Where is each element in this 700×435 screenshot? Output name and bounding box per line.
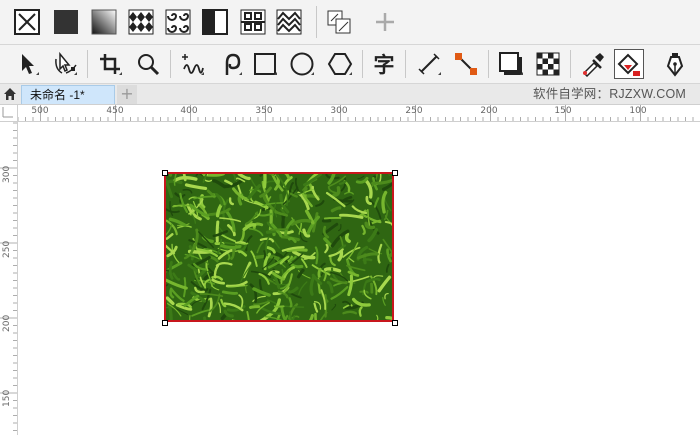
connector-tool-icon[interactable] bbox=[451, 49, 481, 79]
ruler-label: 200 bbox=[2, 314, 12, 332]
polygon-tool-icon[interactable] bbox=[325, 49, 355, 79]
fill-type-bar bbox=[0, 0, 700, 45]
bitmap-pattern-fill-icon[interactable] bbox=[163, 7, 193, 37]
separator bbox=[87, 50, 88, 78]
ellipse-tool-icon[interactable] bbox=[287, 49, 317, 79]
vertical-ruler[interactable]: 300 250 200 150 bbox=[0, 121, 18, 435]
add-icon[interactable] bbox=[370, 7, 400, 37]
toolbox: 字 bbox=[0, 45, 700, 84]
selection-handle[interactable] bbox=[392, 320, 398, 326]
ruler-label: 150 bbox=[2, 389, 12, 407]
selection-handle[interactable] bbox=[162, 170, 168, 176]
new-tab-button[interactable]: + bbox=[117, 85, 137, 104]
postscript-fill-icon[interactable] bbox=[274, 7, 304, 37]
ruler-label: 300 bbox=[330, 106, 348, 116]
ruler-label: 100 bbox=[629, 106, 647, 116]
ruler-label: 250 bbox=[2, 240, 12, 258]
separator bbox=[362, 50, 363, 78]
grass-texture bbox=[166, 174, 392, 320]
ruler-label: 400 bbox=[180, 106, 198, 116]
artistic-media-tool-icon[interactable] bbox=[215, 49, 245, 79]
crop-tool-icon[interactable] bbox=[95, 49, 125, 79]
eyedropper-tool-icon[interactable] bbox=[578, 49, 608, 79]
tab-document[interactable]: 未命名 -1* bbox=[21, 85, 115, 104]
ruler-label: 450 bbox=[106, 106, 124, 116]
color-merge-icon[interactable] bbox=[324, 7, 354, 37]
freehand-tool-icon[interactable] bbox=[177, 49, 207, 79]
separator bbox=[316, 6, 317, 38]
document-tab-bar: 未命名 -1* + 软件自学网：RJZXW.COM bbox=[0, 84, 700, 105]
shape-tool-icon[interactable] bbox=[50, 49, 80, 79]
ruler-label: 300 bbox=[2, 165, 12, 183]
drop-shadow-tool-icon[interactable] bbox=[496, 49, 526, 79]
ruler-label: 200 bbox=[480, 106, 498, 116]
vector-pattern-fill-icon[interactable] bbox=[126, 7, 156, 37]
text-tool-icon[interactable]: 字 bbox=[369, 49, 399, 79]
home-icon[interactable] bbox=[0, 84, 20, 104]
horizontal-ruler[interactable]: 500 450 400 350 300 250 200 150 100 bbox=[0, 105, 700, 122]
selection-handle[interactable] bbox=[162, 320, 168, 326]
rectangle-tool-icon[interactable] bbox=[250, 49, 280, 79]
no-fill-icon[interactable] bbox=[12, 7, 42, 37]
zoom-tool-icon[interactable] bbox=[133, 49, 163, 79]
grass-bitmap-object[interactable] bbox=[164, 172, 394, 322]
pen-nib-tool-icon[interactable] bbox=[660, 49, 690, 79]
ruler-label: 250 bbox=[405, 106, 423, 116]
interactive-fill-tool-icon[interactable] bbox=[614, 49, 644, 79]
horizontal-ruler-ticks bbox=[2, 105, 694, 121]
ruler-label: 500 bbox=[31, 106, 49, 116]
drawing-canvas[interactable] bbox=[18, 122, 700, 435]
uniform-fill-icon[interactable] bbox=[51, 7, 81, 37]
separator bbox=[488, 50, 489, 78]
separator bbox=[405, 50, 406, 78]
parallel-dimension-tool-icon[interactable] bbox=[414, 49, 444, 79]
transparency-tool-icon[interactable] bbox=[533, 49, 563, 79]
pick-tool-icon[interactable] bbox=[12, 49, 42, 79]
texture-fill-icon[interactable] bbox=[238, 7, 268, 37]
two-color-pattern-fill-icon[interactable] bbox=[200, 7, 230, 37]
ruler-label: 350 bbox=[255, 106, 273, 116]
separator bbox=[570, 50, 571, 78]
ruler-origin[interactable] bbox=[0, 105, 18, 122]
selection-handle[interactable] bbox=[392, 170, 398, 176]
separator bbox=[170, 50, 171, 78]
fountain-fill-icon[interactable] bbox=[89, 7, 119, 37]
site-watermark-label: 软件自学网：RJZXW.COM bbox=[533, 87, 686, 101]
ruler-label: 150 bbox=[554, 106, 572, 116]
